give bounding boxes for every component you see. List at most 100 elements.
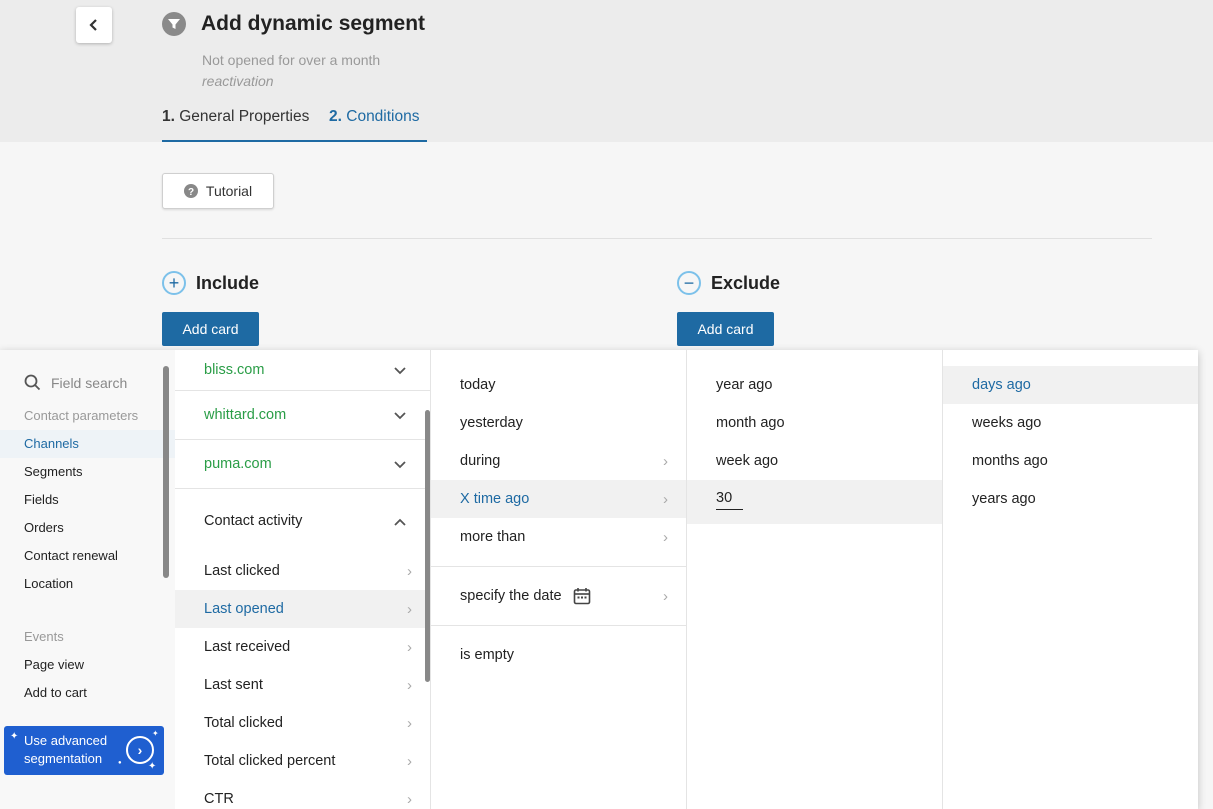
include-add-card-button[interactable]: Add card bbox=[162, 312, 259, 346]
field-item-last-received[interactable]: Last received › bbox=[175, 628, 430, 666]
chevron-up-icon bbox=[394, 513, 406, 530]
operator-label: today bbox=[460, 377, 496, 393]
tab-label: Conditions bbox=[346, 108, 420, 125]
option-weeks-ago[interactable]: weeks ago bbox=[943, 404, 1198, 442]
chevron-right-icon: › bbox=[407, 676, 412, 694]
svg-text:?: ? bbox=[188, 187, 194, 198]
field-sidebar: Field search Contact parameters Channels… bbox=[0, 350, 175, 809]
group-label: Contact activity bbox=[204, 513, 303, 529]
sparkle-icon: ✦ bbox=[152, 729, 159, 738]
chevron-right-icon: › bbox=[407, 638, 412, 656]
option-months-ago[interactable]: months ago bbox=[943, 442, 1198, 480]
channel-item-puma[interactable]: puma.com bbox=[175, 440, 430, 488]
field-item-ctr[interactable]: CTR › bbox=[175, 780, 430, 809]
sidebar-item-channels[interactable]: Channels bbox=[24, 436, 79, 451]
field-item-last-clicked[interactable]: Last clicked › bbox=[175, 552, 430, 590]
option-label: week ago bbox=[716, 453, 779, 469]
channel-item-whittard[interactable]: whittard.com bbox=[175, 391, 430, 439]
operator-during[interactable]: during › bbox=[431, 442, 686, 480]
field-search[interactable]: Field search bbox=[24, 374, 127, 391]
chevron-right-icon: › bbox=[663, 452, 668, 470]
sidebar-item-add-to-cart[interactable]: Add to cart bbox=[24, 685, 87, 700]
channel-item-bliss[interactable]: bliss.com bbox=[175, 350, 430, 390]
operator-label: is empty bbox=[460, 647, 514, 663]
tab-general-properties[interactable]: 1. General Properties bbox=[162, 108, 329, 142]
sidebar-scrollbar[interactable] bbox=[163, 366, 169, 578]
sidebar-item-location[interactable]: Location bbox=[24, 576, 73, 591]
sidebar-item-page-view[interactable]: Page view bbox=[24, 657, 84, 672]
sidebar-item-segments[interactable]: Segments bbox=[24, 464, 83, 479]
plus-icon: + bbox=[162, 271, 186, 295]
separator bbox=[431, 625, 686, 626]
channel-label: bliss.com bbox=[204, 362, 265, 378]
operator-label: X time ago bbox=[460, 491, 530, 507]
tab-number: 1. bbox=[162, 108, 175, 125]
page-title: Add dynamic segment bbox=[201, 12, 426, 35]
separator bbox=[175, 488, 430, 489]
condition-picker: Field search Contact parameters Channels… bbox=[0, 350, 1198, 809]
segment-tag: reactivation bbox=[202, 73, 274, 89]
sidebar-item-orders[interactable]: Orders bbox=[24, 520, 64, 535]
chevron-down-icon bbox=[394, 456, 406, 473]
operator-yesterday[interactable]: yesterday bbox=[431, 404, 686, 442]
chevron-right-icon: › bbox=[407, 600, 412, 618]
help-icon: ? bbox=[183, 184, 198, 198]
field-label: Last opened bbox=[204, 601, 284, 617]
option-label: month ago bbox=[716, 415, 785, 431]
include-heading: + Include bbox=[162, 271, 259, 295]
option-years-ago[interactable]: years ago bbox=[943, 480, 1198, 518]
operator-label: yesterday bbox=[460, 415, 523, 431]
chevron-right-icon: › bbox=[407, 562, 412, 580]
field-item-last-opened[interactable]: Last opened › bbox=[175, 590, 430, 628]
tutorial-button[interactable]: ? Tutorial bbox=[162, 173, 274, 209]
exclude-add-card-button[interactable]: Add card bbox=[677, 312, 774, 346]
operator-more-than[interactable]: more than › bbox=[431, 518, 686, 556]
advanced-segmentation-label: Use advanced segmentation bbox=[24, 732, 107, 768]
option-label: year ago bbox=[716, 377, 773, 393]
period-column: days ago weeks ago months ago years ago bbox=[943, 350, 1198, 809]
chevron-right-icon: › bbox=[663, 528, 668, 546]
calendar-icon bbox=[573, 587, 591, 609]
chevron-left-icon bbox=[89, 19, 97, 31]
sidebar-item-contact-renewal[interactable]: Contact renewal bbox=[24, 548, 118, 563]
advanced-segmentation-button[interactable]: ✦ Use advanced segmentation ✦ ✦ ● › bbox=[4, 726, 164, 775]
group-contact-parameters: Contact parameters bbox=[24, 408, 139, 423]
field-item-total-clicked-percent[interactable]: Total clicked percent › bbox=[175, 742, 430, 780]
divider bbox=[162, 238, 1152, 239]
field-item-last-sent[interactable]: Last sent › bbox=[175, 666, 430, 704]
tab-conditions[interactable]: 2. Conditions bbox=[329, 108, 427, 142]
option-month-ago[interactable]: month ago bbox=[687, 404, 942, 442]
operator-today[interactable]: today bbox=[431, 366, 686, 404]
chevron-down-icon bbox=[394, 407, 406, 424]
option-week-ago[interactable]: week ago bbox=[687, 442, 942, 480]
operator-x-time-ago[interactable]: X time ago › bbox=[431, 480, 686, 518]
filter-icon bbox=[162, 12, 186, 36]
option-days-ago[interactable]: days ago bbox=[943, 366, 1198, 404]
back-button[interactable] bbox=[76, 7, 112, 43]
operator-specify-date[interactable]: specify the date › bbox=[431, 576, 686, 616]
sidebar-item-fields[interactable]: Fields bbox=[24, 492, 59, 507]
tab-number: 2. bbox=[329, 108, 342, 125]
segment-description: Not opened for over a month bbox=[202, 52, 381, 68]
exclude-heading: − Exclude bbox=[677, 271, 780, 295]
field-label: Last received bbox=[204, 639, 291, 655]
option-label: weeks ago bbox=[972, 415, 1042, 431]
chevron-right-icon: › bbox=[663, 490, 668, 508]
time-unit-column: year ago month ago week ago 30 bbox=[687, 350, 943, 809]
option-label: days ago bbox=[972, 377, 1031, 393]
chevron-right-icon: › bbox=[126, 736, 154, 764]
sparkle-icon: ✦ bbox=[148, 761, 157, 772]
separator bbox=[431, 566, 686, 567]
field-item-total-clicked[interactable]: Total clicked › bbox=[175, 704, 430, 742]
advanced-line-1: Use advanced bbox=[24, 733, 108, 748]
operator-label: during bbox=[460, 453, 501, 469]
option-year-ago[interactable]: year ago bbox=[687, 366, 942, 404]
search-placeholder: Field search bbox=[51, 374, 128, 391]
operator-label: more than bbox=[460, 529, 526, 545]
channel-label: puma.com bbox=[204, 456, 272, 472]
operator-is-empty[interactable]: is empty bbox=[431, 636, 686, 674]
amount-input[interactable]: 30 bbox=[716, 490, 743, 510]
group-contact-activity[interactable]: Contact activity bbox=[175, 500, 430, 542]
column-scrollbar[interactable] bbox=[425, 410, 430, 682]
chevron-right-icon: › bbox=[407, 714, 412, 732]
